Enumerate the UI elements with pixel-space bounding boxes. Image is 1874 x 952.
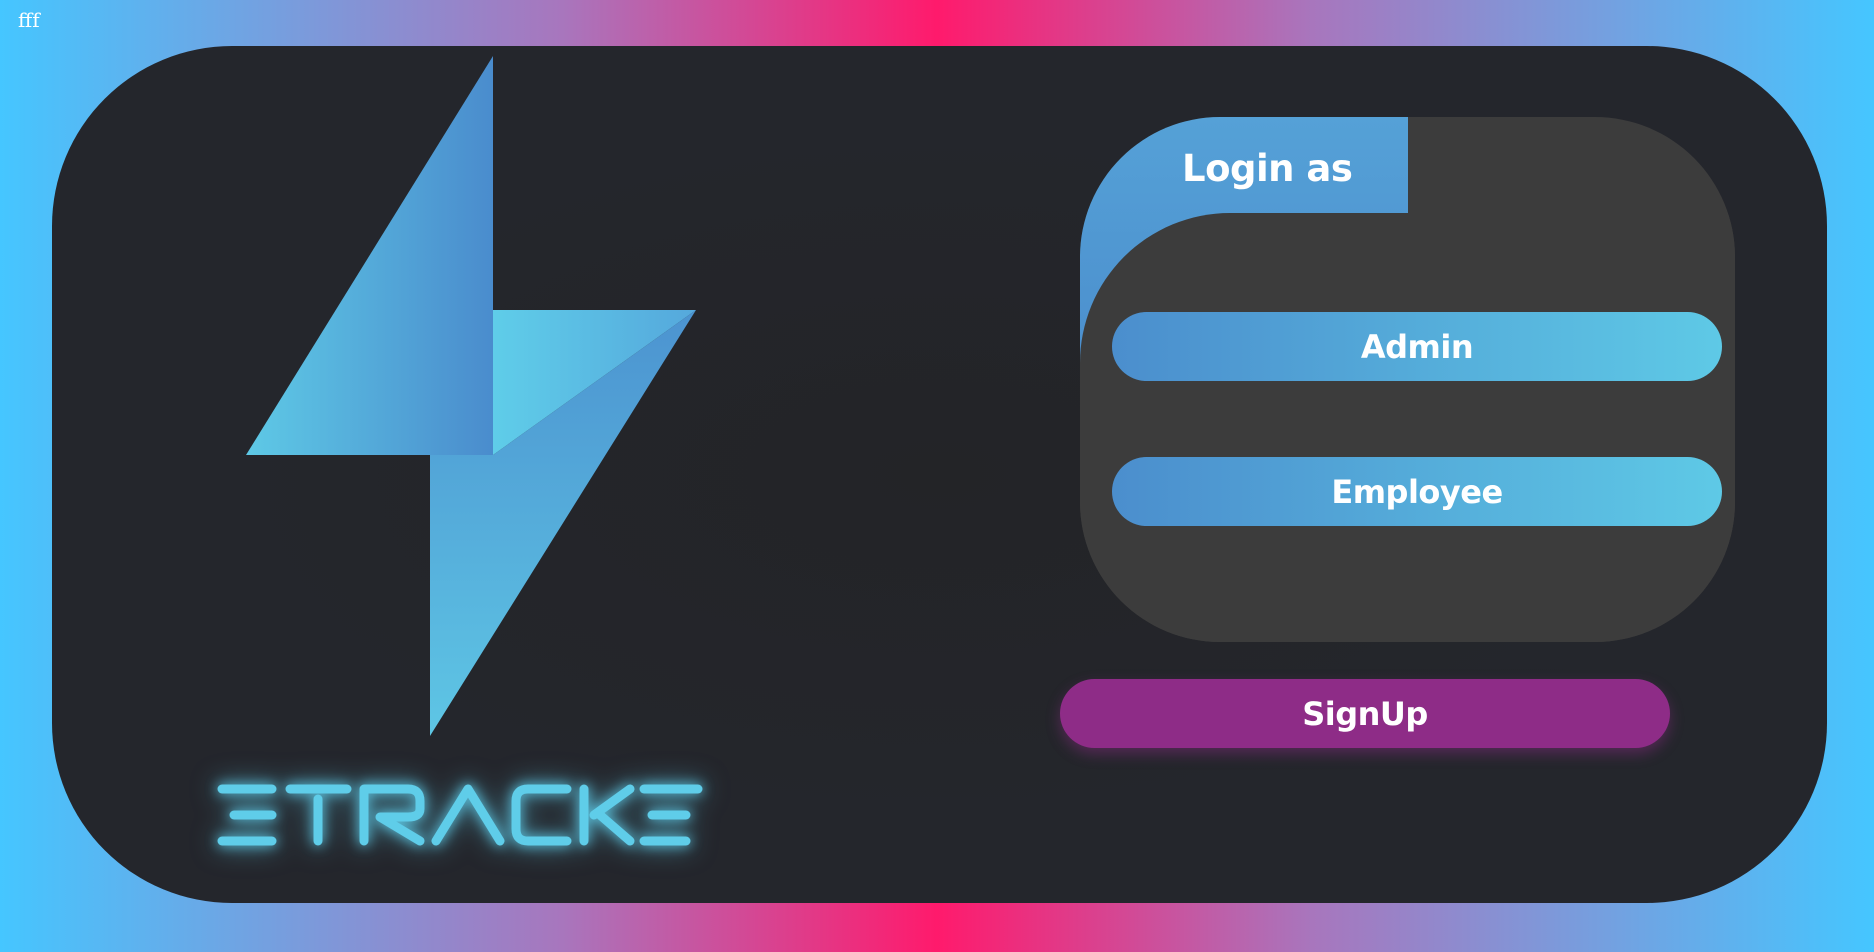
etracker-wordmark-logo	[217, 784, 703, 846]
employee-login-button[interactable]: Employee	[1112, 457, 1722, 526]
login-card: Login as Admin Employee	[1080, 117, 1735, 642]
login-card-body	[1080, 213, 1735, 642]
login-title: Login as	[1182, 147, 1353, 190]
admin-login-button[interactable]: Admin	[1112, 312, 1722, 381]
main-panel: Login as Admin Employee	[52, 46, 1827, 903]
corner-text: fff	[18, 8, 40, 32]
signup-button[interactable]: SignUp	[1060, 679, 1670, 748]
lightning-bolt-icon	[246, 56, 696, 736]
